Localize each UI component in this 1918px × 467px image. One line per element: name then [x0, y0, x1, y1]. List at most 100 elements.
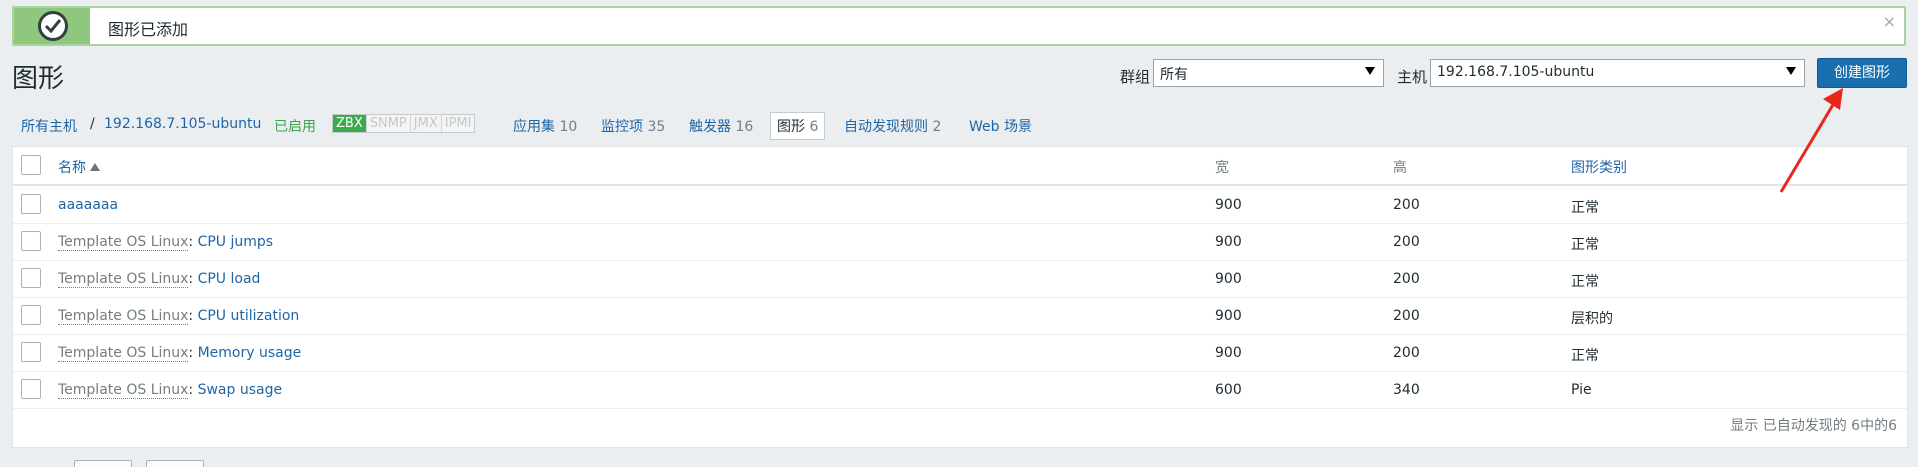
select-all-checkbox[interactable]: [21, 155, 41, 175]
success-message: 图形已添加 ×: [12, 6, 1906, 46]
graph-name-cell: Template OS Linux: CPU jumps: [58, 234, 274, 251]
row-checkbox[interactable]: [21, 379, 41, 399]
badge-zbx: ZBX: [333, 115, 367, 132]
tab-discovery[interactable]: 自动发现规则 2: [844, 116, 941, 136]
width-cell: 900: [1215, 308, 1242, 324]
table-row: Template OS Linux: CPU load 900 200 正常: [13, 261, 1907, 298]
message-text: 图形已添加: [108, 20, 189, 39]
host-link[interactable]: 192.168.7.105-ubuntu: [104, 116, 261, 132]
tab-web[interactable]: Web 场景: [969, 116, 1032, 136]
tab-triggers[interactable]: 触发器 16: [689, 116, 753, 136]
height-cell: 340: [1393, 382, 1420, 398]
graph-name-link[interactable]: Swap usage: [198, 382, 283, 398]
close-icon[interactable]: ×: [1883, 12, 1896, 31]
template-link[interactable]: Template OS Linux: [58, 271, 189, 288]
width-cell: 600: [1215, 382, 1242, 398]
row-checkbox[interactable]: [21, 194, 41, 214]
table-footer: 显示 已自动发现的 6中的6: [1730, 418, 1897, 434]
header-name[interactable]: 名称: [58, 157, 100, 177]
row-checkbox[interactable]: [21, 268, 41, 288]
template-link[interactable]: Template OS Linux: [58, 308, 189, 325]
width-cell: 900: [1215, 234, 1242, 250]
table-row: Template OS Linux: CPU jumps 900 200 正常: [13, 224, 1907, 261]
height-cell: 200: [1393, 197, 1420, 213]
tab-applications-count: 10: [559, 119, 578, 135]
graph-name-cell: Template OS Linux: Swap usage: [58, 382, 283, 399]
group-select-value: 所有: [1160, 67, 1188, 83]
width-cell: 900: [1215, 197, 1242, 213]
row-checkbox[interactable]: [21, 231, 41, 251]
host-label: 主机: [1397, 68, 1428, 86]
status-enabled[interactable]: 已启用: [274, 116, 316, 136]
tab-items[interactable]: 监控项 35: [601, 116, 665, 136]
chevron-down-icon: [1365, 67, 1375, 75]
template-link[interactable]: Template OS Linux: [58, 234, 189, 251]
template-separator: :: [188, 271, 194, 287]
tab-graphs-count: 6: [809, 119, 819, 135]
chevron-down-icon: [1786, 67, 1796, 75]
tab-triggers-count: 16: [735, 119, 754, 135]
graph-type-cell: 正常: [1571, 237, 1599, 253]
template-separator: :: [188, 345, 194, 361]
graph-name-link[interactable]: CPU utilization: [198, 308, 300, 324]
graph-type-cell: 正常: [1571, 200, 1599, 216]
table-row: aaaaaaa 900 200 正常: [13, 187, 1907, 224]
header-name-label: 名称: [58, 160, 86, 176]
all-hosts-link[interactable]: 所有主机: [21, 116, 77, 136]
tab-items-count: 35: [647, 119, 666, 135]
table-row: Template OS Linux: CPU utilization 900 200…: [13, 298, 1907, 335]
height-cell: 200: [1393, 234, 1420, 250]
graph-type-cell: 层积的: [1571, 311, 1613, 327]
graph-name-cell: Template OS Linux: CPU utilization: [58, 308, 300, 325]
mass-action-button[interactable]: [74, 460, 132, 467]
tab-graphs[interactable]: 图形 6: [770, 112, 826, 140]
tab-discovery-count: 2: [932, 119, 942, 135]
graph-type-cell: 正常: [1571, 348, 1599, 364]
graph-name-cell: Template OS Linux: CPU load: [58, 271, 261, 288]
badge-jmx: JMX: [410, 115, 442, 132]
template-separator: :: [188, 382, 194, 398]
graph-type-cell: 正常: [1571, 274, 1599, 290]
availability-badges: ZBX SNMP JMX IPMI: [332, 114, 476, 133]
mass-action-button[interactable]: [146, 460, 204, 467]
badge-snmp: SNMP: [366, 115, 411, 132]
host-select[interactable]: 192.168.7.105-ubuntu: [1430, 59, 1805, 87]
graph-name-link[interactable]: Memory usage: [198, 345, 302, 361]
width-cell: 900: [1215, 271, 1242, 287]
graph-name-link[interactable]: CPU jumps: [198, 234, 274, 250]
sort-asc-icon: [90, 163, 100, 171]
row-checkbox[interactable]: [21, 305, 41, 325]
tab-items-label: 监控项: [601, 119, 643, 135]
tab-applications-label: 应用集: [513, 119, 555, 135]
graph-type-cell: Pie: [1571, 382, 1592, 398]
height-cell: 200: [1393, 308, 1420, 324]
header-height: 高: [1393, 160, 1407, 176]
tab-graphs-label: 图形: [777, 119, 805, 135]
graph-name-link[interactable]: CPU load: [198, 271, 261, 287]
tab-applications[interactable]: 应用集 10: [513, 116, 577, 136]
success-icon-box: [14, 8, 90, 44]
breadcrumb-separator: /: [90, 116, 95, 132]
template-link[interactable]: Template OS Linux: [58, 345, 189, 362]
host-select-value: 192.168.7.105-ubuntu: [1437, 64, 1595, 80]
header-type[interactable]: 图形类别: [1571, 157, 1627, 177]
tab-triggers-label: 触发器: [689, 119, 731, 135]
table-row: Template OS Linux: Memory usage 900 200 正常: [13, 335, 1907, 372]
page-title: 图形: [12, 64, 65, 94]
width-cell: 900: [1215, 345, 1242, 361]
row-checkbox[interactable]: [21, 342, 41, 362]
graph-name-cell: aaaaaaa: [58, 197, 118, 213]
group-select[interactable]: 所有: [1153, 59, 1384, 87]
graph-name-link[interactable]: aaaaaaa: [58, 197, 118, 213]
height-cell: 200: [1393, 345, 1420, 361]
group-label: 群组: [1120, 68, 1151, 86]
height-cell: 200: [1393, 271, 1420, 287]
template-separator: :: [188, 234, 194, 250]
table-header: 名称 宽 高 图形类别: [13, 147, 1907, 186]
header-width: 宽: [1215, 160, 1229, 176]
template-link[interactable]: Template OS Linux: [58, 382, 189, 399]
check-circle-icon: [38, 11, 68, 41]
graphs-table: 名称 宽 高 图形类别 aaaaaaa 900 200 正常 Template OS L…: [12, 146, 1908, 448]
create-graph-button[interactable]: 创建图形: [1817, 58, 1907, 88]
graph-name-cell: Template OS Linux: Memory usage: [58, 345, 302, 362]
